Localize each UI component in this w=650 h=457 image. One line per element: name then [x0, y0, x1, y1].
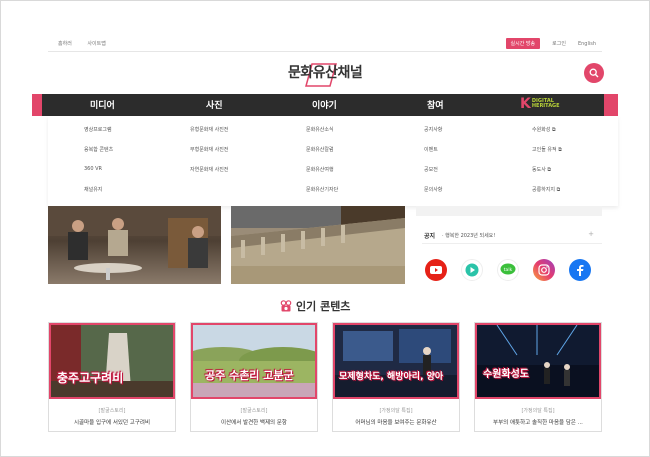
- card-category: [발굴스토리]: [240, 408, 268, 414]
- card-overlay-title: 모제형차도, 해방아리, 양아: [339, 372, 444, 382]
- external-link-icon: ⧉: [558, 147, 562, 153]
- logo-text: 문화유산채널: [288, 65, 363, 81]
- talk-icon[interactable]: talk: [497, 259, 519, 281]
- login-link[interactable]: 로그인: [552, 40, 566, 47]
- card-overlay-title: 공주 수촌리 고분군: [205, 369, 294, 382]
- play-glyph-icon: [465, 263, 479, 277]
- popular-contents-heading: 인기 콘텐츠: [280, 298, 350, 314]
- dropdown-col-photo: 유형문화재 사진전 무형문화재 사진전 자연문화재 사진전: [190, 126, 228, 186]
- dropdown-item[interactable]: 360 VR: [84, 166, 113, 186]
- utility-bar: 홈하러 사이트맵 실시간 방송 로그인 English: [48, 38, 602, 50]
- dropdown-item[interactable]: 동도사 ⧉: [532, 166, 562, 186]
- card-category: [발굴스토리]: [98, 408, 126, 414]
- dropdown-col-story: 문화유산소식 문화유산칼럼 문화유산여행 문화유산기자단: [306, 126, 338, 206]
- notice-label: 공지: [424, 233, 436, 240]
- dropdown-item[interactable]: 공릉하지지 ⧉: [532, 186, 562, 206]
- dropdown-col-heritage: 수원화성 ⧉ 고인돌 유적 ⧉ 동도사 ⧉ 공릉하지지 ⧉: [532, 126, 562, 206]
- home-link[interactable]: 홈하러: [58, 41, 72, 47]
- thumbnail-scene-gallery: [477, 325, 599, 397]
- dropdown-item[interactable]: 이벤트: [424, 146, 442, 166]
- site-logo[interactable]: 문화유산채널: [286, 60, 366, 88]
- instagram-glyph-icon: [538, 264, 550, 276]
- nav-item-participate[interactable]: 참여: [427, 98, 444, 111]
- camera-reel-icon: [280, 300, 292, 312]
- dropdown-item[interactable]: 유형문화재 사진전: [190, 126, 228, 146]
- nav-item-media[interactable]: 미디어: [90, 98, 115, 111]
- nav-edge-right: [604, 94, 618, 116]
- content-card[interactable]: 공주 수촌리 고분군 [발굴스토리] 이산에서 발견한 백제의 문항: [190, 322, 318, 432]
- heritage-k: K: [520, 96, 531, 112]
- card-overlay-title: 충주고구려비: [57, 371, 124, 385]
- card-category: [가정의달 특집]: [379, 408, 413, 414]
- youtube-icon[interactable]: [425, 259, 447, 281]
- dropdown-item[interactable]: 문화유산소식: [306, 126, 338, 146]
- dropdown-item[interactable]: 무형문화재 사진전: [190, 146, 228, 166]
- content-card[interactable]: 충주고구려비 [발굴스토리] 시골마을 입구에 서있던 고구려비: [48, 322, 176, 432]
- mega-dropdown: 영상프로그램 융복합 콘텐츠 360 VR 채널유지 유형문화재 사진전 무형문…: [48, 116, 618, 206]
- dropdown-item[interactable]: 수원화성 ⧉: [532, 126, 562, 146]
- dropdown-item[interactable]: 융복합 콘텐츠: [84, 146, 113, 166]
- dropdown-col-participate: 공지사항 이벤트 공모전 문의사항: [424, 126, 442, 206]
- main-nav: 미디어 사진 이야기 참여 K DIGITAL HERITAGE: [32, 94, 618, 116]
- nav-item-story[interactable]: 이야기: [312, 98, 337, 111]
- card-category: [가정의달 특집]: [521, 408, 555, 414]
- card-overlay-title: 수원화성도: [483, 369, 529, 380]
- photo-scene-bridge: [231, 206, 405, 284]
- photo-scene-people: [48, 206, 221, 280]
- thumbnail-scene-stele: [51, 325, 173, 397]
- card-thumbnail: 수원화성도: [475, 323, 601, 399]
- nav-edge-left: [32, 94, 42, 116]
- play-icon[interactable]: [461, 259, 483, 281]
- dropdown-item[interactable]: 공지사항: [424, 126, 442, 146]
- dropdown-item[interactable]: 공모전: [424, 166, 442, 186]
- external-link-icon: ⧉: [556, 187, 561, 193]
- popular-contents-title: 인기 콘텐츠: [296, 300, 351, 313]
- dropdown-item[interactable]: 문화유산칼럼: [306, 146, 338, 166]
- youtube-glyph-icon: [430, 266, 442, 274]
- card-title[interactable]: 어머님의 마음을 보여주는 문화유산: [333, 418, 459, 426]
- dropdown-col-media: 영상프로그램 융복합 콘텐츠 360 VR 채널유지: [84, 126, 113, 206]
- digital-heritage-logo[interactable]: K DIGITAL HERITAGE: [520, 97, 560, 111]
- card-title[interactable]: 시골마을 입구에 서있던 고구려비: [49, 418, 175, 426]
- card-thumbnail: 모제형차도, 해방아리, 양아: [333, 323, 459, 399]
- facebook-glyph-icon: [577, 265, 584, 276]
- facebook-icon[interactable]: [569, 259, 591, 281]
- dropdown-item[interactable]: 자연문화재 사진전: [190, 166, 228, 186]
- dropdown-item[interactable]: 영상프로그램: [84, 126, 113, 146]
- live-broadcast-button[interactable]: 실시간 방송: [505, 38, 541, 49]
- nav-item-photo[interactable]: 사진: [206, 98, 223, 111]
- content-card[interactable]: 수원화성도 [가정의달 특집] 부부의 애틋하고 솔직한 마음을 담은 ...: [474, 322, 602, 432]
- english-link[interactable]: English: [578, 41, 596, 47]
- card-thumbnail: 충주고구려비: [49, 323, 175, 399]
- dropdown-item[interactable]: 문의사항: [424, 186, 442, 206]
- search-button[interactable]: [584, 63, 604, 83]
- card-title[interactable]: 이산에서 발견한 백제의 문항: [191, 418, 317, 426]
- card-title[interactable]: 부부의 애틋하고 솔직한 마음을 담은 ...: [475, 418, 601, 426]
- notice-more-icon[interactable]: +: [588, 230, 594, 238]
- hero-photo-stone-bridge[interactable]: [231, 206, 405, 284]
- external-link-icon: ⧉: [547, 167, 551, 173]
- hero-photo-people[interactable]: [48, 206, 221, 284]
- svg-text:talk: talk: [504, 267, 513, 273]
- thumbnail-scene-exhibit: [335, 325, 457, 397]
- card-thumbnail: 공주 수촌리 고분군: [191, 323, 317, 399]
- search-icon: [589, 68, 599, 78]
- thumbnail-scene-tumuli: [193, 325, 315, 397]
- dropdown-item[interactable]: 고인돌 유적 ⧉: [532, 146, 562, 166]
- dropdown-item[interactable]: 문화유산여행: [306, 166, 338, 186]
- sidebar-top-band: [416, 206, 602, 216]
- notice-message[interactable]: · 행복한 2023년 되세요!: [442, 232, 495, 239]
- dropdown-item[interactable]: 문화유산기자단: [306, 186, 338, 206]
- dropdown-item[interactable]: 채널유지: [84, 186, 113, 206]
- sitemap-link[interactable]: 사이트맵: [87, 41, 105, 47]
- notice-bar[interactable]: 공지 · 행복한 2023년 되세요! +: [422, 226, 602, 244]
- divider: [48, 51, 602, 52]
- talk-glyph-icon: talk: [500, 263, 516, 275]
- heritage-line2: HERITAGE: [531, 103, 560, 109]
- content-card[interactable]: 모제형차도, 해방아리, 양아 [가정의달 특집] 어머님의 마음을 보여주는 …: [332, 322, 460, 432]
- external-link-icon: ⧉: [552, 127, 556, 133]
- instagram-icon[interactable]: [533, 259, 555, 281]
